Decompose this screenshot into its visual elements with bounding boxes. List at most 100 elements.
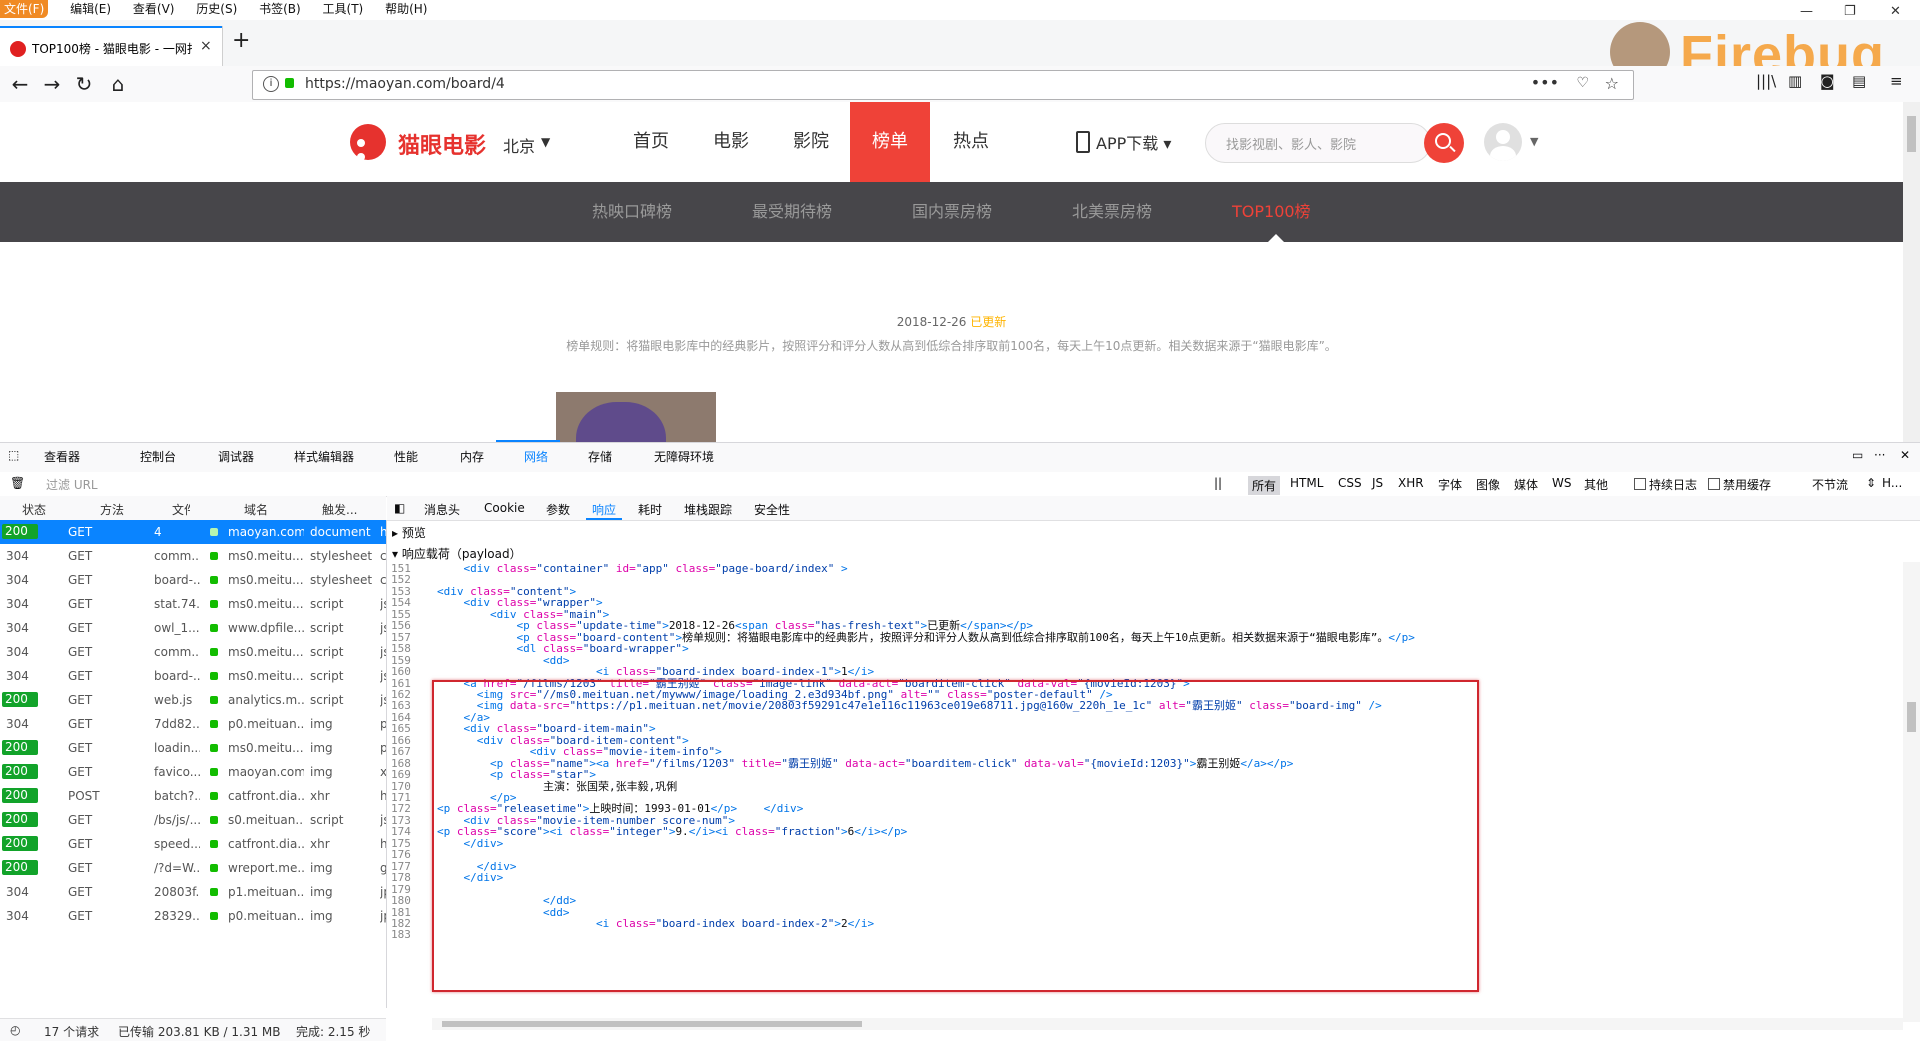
col-file[interactable]: 文件 [172, 501, 190, 518]
extension-icon[interactable]: ▤ [1852, 72, 1866, 90]
request-row[interactable]: 304 GET stat.74... ms0.meitu... script js [0, 592, 386, 616]
disable-cache-checkbox[interactable]: 禁用缓存 [1708, 476, 1771, 493]
nav-boards[interactable]: 榜单 [850, 102, 930, 182]
col-cause[interactable]: 触发... [322, 501, 357, 518]
tool-performance[interactable]: 性能 [394, 448, 418, 465]
library-icon[interactable]: |||\ [1756, 72, 1776, 90]
site-logo-text[interactable]: 猫眼电影 [398, 128, 486, 160]
code-horizontal-scrollbar[interactable] [432, 1018, 1903, 1030]
tool-storage[interactable]: 存储 [588, 448, 612, 465]
col-method[interactable]: 方法 [100, 501, 124, 518]
menu-history[interactable]: 历史(S) [196, 0, 237, 18]
code-scrollbar[interactable] [1903, 562, 1920, 1022]
new-tab-button[interactable]: + [232, 28, 250, 53]
filter-ws[interactable]: WS [1552, 476, 1571, 490]
filter-css[interactable]: CSS [1338, 476, 1362, 490]
request-row[interactable]: 304 GET 20803f... p1.meituan... img jp [0, 880, 386, 904]
close-window-button[interactable]: ✕ [1890, 4, 1901, 19]
reload-button[interactable]: ↻ [70, 70, 98, 98]
menu-bookmarks[interactable]: 书签(B) [259, 0, 301, 18]
restore-button[interactable]: ❐ [1844, 4, 1856, 19]
page-actions-icon[interactable]: ••• [1531, 73, 1559, 92]
col-domain[interactable]: 域名 [244, 501, 268, 518]
menu-tools[interactable]: 工具(T) [323, 0, 364, 18]
page-scrollbar[interactable] [1903, 102, 1920, 442]
subnav-top100[interactable]: TOP100榜 [1232, 182, 1311, 242]
tab-params[interactable]: 参数 [546, 501, 570, 518]
filter-all[interactable]: 所有 [1248, 476, 1281, 495]
devtools-close-icon[interactable]: ✕ [1900, 448, 1910, 462]
payload-section[interactable]: ▾ 响应载荷（payload） [392, 545, 522, 562]
app-download[interactable]: APP下载 ▾ [1076, 130, 1171, 154]
url-bar[interactable]: i https://maoyan.com/board/4 ••• ♡ ☆ [252, 70, 1634, 100]
pause-button[interactable]: || [1214, 476, 1222, 490]
request-row[interactable]: 304 GET board-... ms0.meitu... stylesheet c [0, 568, 386, 592]
tab-security[interactable]: 安全性 [754, 501, 790, 518]
site-search-input[interactable]: 找影视剧、影人、影院 [1205, 123, 1431, 163]
url-text[interactable]: https://maoyan.com/board/4 [305, 76, 505, 92]
filter-images[interactable]: 图像 [1476, 476, 1500, 493]
tool-debugger[interactable]: 调试器 [218, 448, 254, 465]
minimize-button[interactable]: — [1800, 4, 1813, 19]
preview-section[interactable]: ▸ 预览 [392, 524, 426, 541]
devtools-menu-icon[interactable]: ··· [1874, 448, 1885, 462]
tab-headers[interactable]: 消息头 [424, 501, 460, 518]
back-button[interactable]: ← [6, 70, 34, 98]
filter-fonts[interactable]: 字体 [1438, 476, 1462, 493]
bookmark-star-icon[interactable]: ☆ [1605, 74, 1619, 93]
request-row[interactable]: 304 GET comm... ms0.meitu... script js [0, 640, 386, 664]
request-row[interactable]: 200 GET speed... catfront.dia... xhr h [0, 832, 386, 856]
city-selector[interactable]: 北京 [503, 133, 535, 157]
nav-home[interactable]: 首页 [620, 102, 682, 182]
clear-trash-icon[interactable]: 🗑 [10, 476, 25, 490]
selenium-icon[interactable]: ◙ [1820, 72, 1835, 90]
tab-close-icon[interactable]: × [200, 38, 212, 54]
menu-view[interactable]: 查看(V) [133, 0, 175, 18]
filter-media[interactable]: 媒体 [1514, 476, 1538, 493]
tab-stack-trace[interactable]: 堆栈跟踪 [684, 501, 732, 518]
request-row[interactable]: 200 GET loadin... ms0.meitu... img p [0, 736, 386, 760]
throttle-caret-icon[interactable]: ⇕ [1866, 476, 1876, 490]
request-row[interactable]: 200 GET 4 maoyan.com document h [0, 520, 386, 544]
pocket-icon[interactable]: ♡ [1576, 75, 1589, 91]
request-row[interactable]: 200 GET web.js analytics.m... script js [0, 688, 386, 712]
tool-inspector[interactable]: 查看器 [44, 448, 80, 465]
request-row[interactable]: 200 GET/bs/js/... s0.meituan... script js [0, 808, 386, 832]
tool-style-editor[interactable]: 样式编辑器 [294, 448, 354, 465]
subnav-hot-reviews[interactable]: 热映口碑榜 [592, 182, 672, 242]
menu-edit[interactable]: 编辑(E) [70, 0, 111, 18]
col-status[interactable]: 状态 [22, 501, 46, 518]
perf-icon[interactable]: ◴ [10, 1023, 20, 1037]
tab-timings[interactable]: 耗时 [638, 501, 662, 518]
request-row[interactable]: 304 GET owl_1... www.dpfile... script js [0, 616, 386, 640]
tool-memory[interactable]: 内存 [460, 448, 484, 465]
nav-cinemas[interactable]: 影院 [780, 102, 842, 182]
user-avatar[interactable] [1484, 123, 1522, 161]
site-info-icon[interactable]: i [263, 76, 279, 92]
sidebar-icon[interactable]: ▥ [1788, 72, 1802, 90]
nav-hot[interactable]: 热点 [940, 102, 1002, 182]
tool-network[interactable]: 网络 [524, 448, 548, 465]
tab-cookie[interactable]: Cookie [484, 501, 525, 515]
request-row[interactable]: 304 GET 7dd82... p0.meituan... img p [0, 712, 386, 736]
tab-response[interactable]: 响应 [592, 501, 616, 518]
har-menu[interactable]: H... [1882, 476, 1902, 490]
filter-url-input[interactable]: 过滤 URL [46, 476, 98, 493]
request-row[interactable]: 200 GET /?d=W... wreport.me... img g [0, 856, 386, 880]
filter-xhr[interactable]: XHR [1398, 476, 1424, 490]
dock-icon[interactable]: ▭ [1852, 448, 1863, 462]
movie-poster[interactable] [556, 392, 716, 442]
tab-maoyan[interactable]: TOP100榜 - 猫眼电影 - 一网打 × [0, 26, 222, 68]
request-row[interactable]: 304 GET board-... ms0.meitu... script js [0, 664, 386, 688]
search-button[interactable] [1424, 123, 1464, 163]
subnav-na-box[interactable]: 北美票房榜 [1072, 182, 1152, 242]
request-row[interactable]: 304 GET 28329... p0.meituan... img jp [0, 904, 386, 928]
element-picker-icon[interactable]: ⬚ [8, 448, 19, 462]
request-row[interactable]: 304 GET comm... ms0.meitu... stylesheet c [0, 544, 386, 568]
avatar-caret-icon[interactable]: ▼ [1530, 135, 1538, 148]
forward-button[interactable]: → [38, 70, 66, 98]
maoyan-logo-icon[interactable] [350, 124, 386, 161]
subnav-most-expected[interactable]: 最受期待榜 [752, 182, 832, 242]
menu-help[interactable]: 帮助(H) [385, 0, 427, 18]
home-button[interactable]: ⌂ [104, 70, 132, 98]
